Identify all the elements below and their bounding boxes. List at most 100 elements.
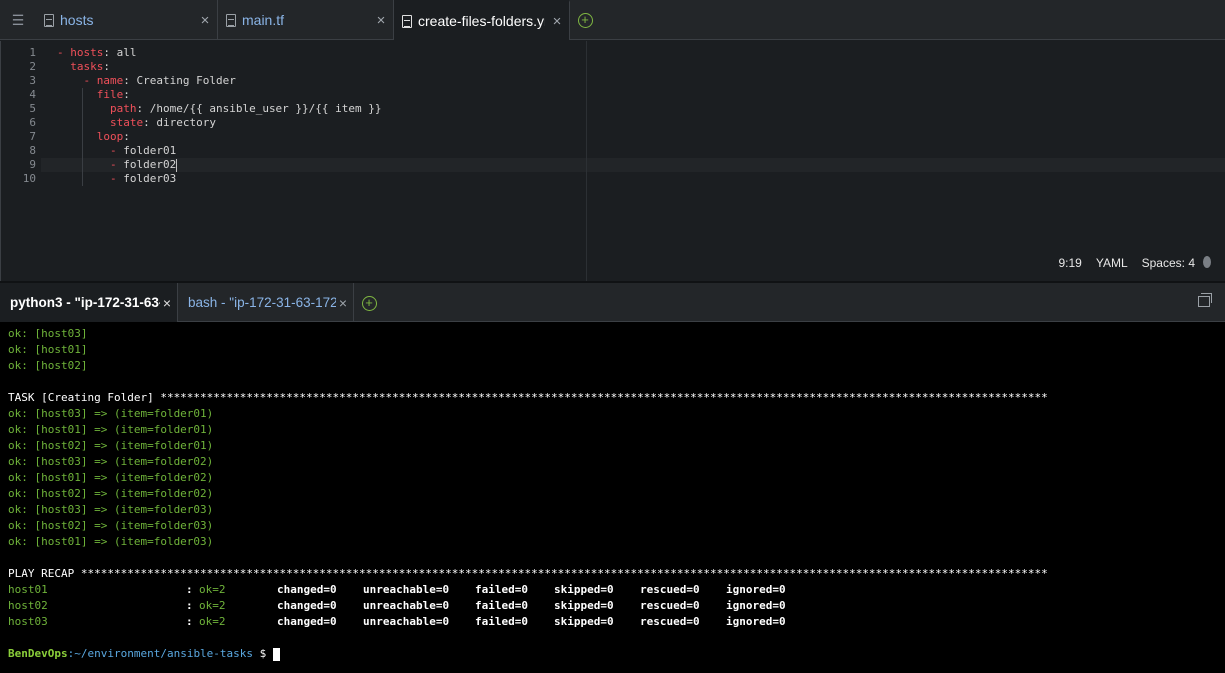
code-line: - hosts: all — [57, 46, 382, 60]
code-line: file: — [57, 88, 382, 102]
code-colon: : — [143, 116, 150, 129]
editor-status-bar: 9:19 YAML Spaces: 4 — [1058, 256, 1225, 270]
recap-skipped: skipped=0 — [554, 599, 614, 612]
line-number: 10 — [22, 172, 36, 185]
tab-terminal-python3[interactable]: python3 - "ip-172-31-63-1 × — [0, 283, 178, 322]
file-icon — [402, 14, 412, 28]
close-icon[interactable]: × — [339, 295, 347, 311]
code-key: hosts — [70, 46, 104, 59]
code-key: file — [96, 88, 124, 101]
code-colon: : — [123, 130, 130, 143]
recap-host: host01 — [8, 583, 48, 596]
recap-row: host02: ok=2 changed=0 unreachable=0 failed… — [8, 598, 1225, 614]
tab-hosts[interactable]: hosts × — [36, 0, 218, 40]
add-terminal-tab-button[interactable]: + — [354, 283, 384, 323]
add-editor-tab-button[interactable]: + — [570, 0, 600, 40]
line-number: 9 — [29, 158, 36, 171]
terminal-line: ok: [host01] => (item=folder02) — [8, 471, 214, 484]
terminal-line: ok: [host03] => (item=folder03) — [8, 503, 214, 516]
task-header: TASK [Creating Folder] *****************… — [8, 391, 1048, 404]
gear-icon[interactable] — [1203, 256, 1211, 268]
code-line: - folder01 — [57, 144, 382, 158]
terminal-tab-bar: python3 - "ip-172-31-63-1 × bash - "ip-1… — [0, 283, 1225, 322]
recap-ignored: ignored=0 — [726, 615, 786, 628]
line-number: 4 — [29, 88, 36, 101]
plus-circle-icon: + — [577, 12, 593, 28]
code-editor[interactable]: 1 2 3 4 5 6 7 8 9 10 - hosts: all tasks:… — [0, 41, 1225, 281]
code-key: tasks — [70, 60, 104, 73]
tab-label: create-files-folders.yml — [418, 13, 545, 29]
code-key: state — [109, 116, 144, 129]
language-mode[interactable]: YAML — [1096, 256, 1128, 270]
recap-skipped: skipped=0 — [554, 615, 614, 628]
line-number-gutter: 1 2 3 4 5 6 7 8 9 10 — [1, 46, 41, 186]
recap-failed: failed=0 — [475, 599, 528, 612]
recap-rescued: rescued=0 — [640, 599, 700, 612]
recap-host: host02 — [8, 599, 48, 612]
recap-changed: changed=0 — [277, 599, 337, 612]
recap-ok: ok=2 — [199, 583, 226, 596]
code-key: name — [96, 74, 124, 87]
prompt-symbol: $ — [253, 647, 273, 660]
line-number: 8 — [29, 144, 36, 157]
print-margin — [586, 41, 587, 281]
recap-row: host03: ok=2 changed=0 unreachable=0 failed… — [8, 614, 1225, 630]
terminal-line: ok: [host02] => (item=folder03) — [8, 519, 214, 532]
recap-ok: ok=2 — [199, 599, 226, 612]
code-line: tasks: — [57, 60, 382, 74]
recap-host: host03 — [8, 615, 48, 628]
recap-header: PLAY RECAP *****************************… — [8, 567, 1048, 580]
recap-changed: changed=0 — [277, 615, 337, 628]
window-restore-icon[interactable] — [1198, 293, 1212, 307]
cursor-position[interactable]: 9:19 — [1058, 256, 1081, 270]
code-value: Creating Folder — [129, 74, 236, 87]
terminal-line: ok: [host03] => (item=folder01) — [8, 407, 214, 420]
indent-setting[interactable]: Spaces: 4 — [1142, 256, 1195, 270]
code-line: path: /home/{{ ansible_user }}/{{ item }… — [57, 102, 382, 116]
terminal-output[interactable]: ok: [host03] ok: [host01] ok: [host02] T… — [0, 322, 1225, 673]
terminal-line: ok: [host01] => (item=folder01) — [8, 423, 214, 436]
recap-failed: failed=0 — [475, 583, 528, 596]
recap-unreachable: unreachable=0 — [363, 583, 450, 596]
code-dash: - — [57, 46, 71, 59]
tab-main-tf[interactable]: main.tf × — [218, 0, 394, 40]
line-number: 6 — [29, 116, 36, 129]
line-number: 1 — [29, 46, 36, 59]
close-icon[interactable]: × — [163, 295, 171, 311]
terminal-prompt[interactable]: BenDevOps:~/environment/ansible-tasks $ — [8, 646, 1225, 662]
tab-create-files-folders[interactable]: create-files-folders.yml × — [394, 0, 570, 40]
close-icon[interactable]: × — [375, 12, 387, 29]
code-value: folder01 — [123, 144, 177, 157]
recap-skipped: skipped=0 — [554, 583, 614, 596]
line-number: 7 — [29, 130, 36, 143]
terminal-cursor — [272, 647, 280, 661]
terminal-line: ok: [host03] => (item=folder02) — [8, 455, 214, 468]
recap-rescued: rescued=0 — [640, 615, 700, 628]
hamburger-icon[interactable]: ☰ — [0, 0, 36, 40]
code-value: folder03 — [123, 172, 177, 185]
tab-terminal-bash[interactable]: bash - "ip-172-31-63-172. × — [178, 283, 354, 322]
code-dash: - — [109, 144, 124, 157]
close-icon[interactable]: × — [199, 12, 211, 29]
recap-rescued: rescued=0 — [640, 583, 700, 596]
close-icon[interactable]: × — [551, 13, 563, 30]
terminal-line: ok: [host02] => (item=folder01) — [8, 439, 214, 452]
prompt-user: BenDevOps — [8, 647, 68, 660]
code-colon: : — [123, 74, 130, 87]
code-line: - name: Creating Folder — [57, 74, 382, 88]
text-cursor — [176, 158, 178, 172]
code-value: /home/{{ ansible_user }}/{{ item }} — [143, 102, 382, 115]
recap-separator: : — [186, 583, 200, 596]
code-line: - folder03 — [57, 172, 382, 186]
code-dash: - — [109, 158, 124, 171]
code-line: loop: — [57, 130, 382, 144]
terminal-line: ok: [host03] — [8, 327, 88, 340]
terminal-line: ok: [host02] — [8, 359, 88, 372]
